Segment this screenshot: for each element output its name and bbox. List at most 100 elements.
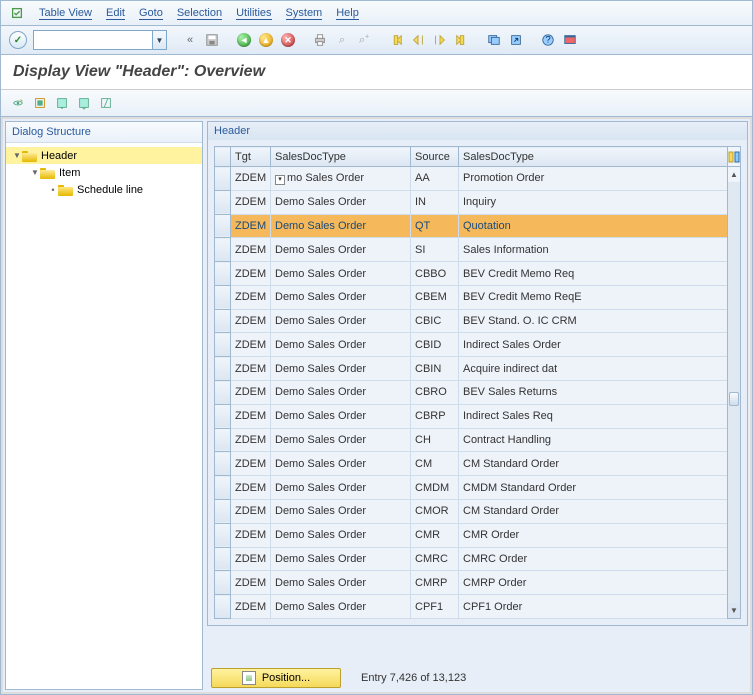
print-icon[interactable] — [311, 31, 329, 49]
table-row[interactable]: ZDEMDemo Sales OrderCBBOBEV Credit Memo … — [215, 262, 728, 286]
enter-button[interactable]: ✓ — [9, 31, 27, 49]
back-button[interactable]: ◄ — [235, 31, 253, 49]
cell-salesdoctype1[interactable]: Demo Sales Order — [271, 190, 411, 214]
cell-source[interactable]: CBID — [411, 333, 459, 357]
prev-page-icon[interactable] — [409, 31, 427, 49]
cell-salesdoctype2[interactable]: BEV Credit Memo Req — [459, 262, 728, 286]
table-row[interactable]: ZDEMDemo Sales OrderCBEMBEV Credit Memo … — [215, 285, 728, 309]
cell-tgt[interactable]: ZDEM — [231, 309, 271, 333]
cell-salesdoctype2[interactable]: Inquiry — [459, 190, 728, 214]
cell-salesdoctype1[interactable]: Demo Sales Order — [271, 381, 411, 405]
select-block-icon[interactable] — [53, 94, 71, 112]
menu-utilities[interactable]: Utilities — [236, 7, 271, 19]
table-row[interactable]: ZDEMDemo Sales OrderINInquiry — [215, 190, 728, 214]
help-icon[interactable]: ? — [539, 31, 557, 49]
cell-salesdoctype1[interactable]: Demo Sales Order — [271, 285, 411, 309]
cell-salesdoctype2[interactable]: CMRP Order — [459, 571, 728, 595]
cell-salesdoctype2[interactable]: Acquire indirect dat — [459, 357, 728, 381]
cell-salesdoctype2[interactable]: BEV Sales Returns — [459, 381, 728, 405]
table-row[interactable]: ZDEMDemo Sales OrderCMRPCMRP Order — [215, 571, 728, 595]
cell-source[interactable]: CBBO — [411, 262, 459, 286]
scroll-up-icon[interactable]: ▲ — [728, 167, 740, 182]
cell-tgt[interactable]: ZDEM — [231, 357, 271, 381]
cell-tgt[interactable]: ZDEM — [231, 547, 271, 571]
cell-tgt[interactable]: ZDEM — [231, 190, 271, 214]
tree-node[interactable]: •Schedule line — [6, 181, 202, 198]
tree-node[interactable]: ▼Item — [6, 164, 202, 181]
column-header[interactable]: SalesDocType — [271, 147, 411, 167]
cell-source[interactable]: CBRO — [411, 381, 459, 405]
menu-edit[interactable]: Edit — [106, 7, 125, 19]
table-row[interactable]: ZDEMDemo Sales OrderCMDMCMDM Standard Or… — [215, 476, 728, 500]
menu-selection[interactable]: Selection — [177, 7, 222, 19]
cell-salesdoctype2[interactable]: Sales Information — [459, 238, 728, 262]
vertical-scrollbar[interactable]: ▲ ▼ — [727, 146, 741, 619]
find-next-icon[interactable]: ⌕⁺ — [355, 31, 373, 49]
row-selector[interactable] — [215, 499, 231, 523]
back-history-icon[interactable]: « — [181, 31, 199, 49]
deselect-all-icon[interactable] — [75, 94, 93, 112]
column-header[interactable]: SalesDocType — [459, 147, 728, 167]
column-header[interactable]: Tgt — [231, 147, 271, 167]
table-row[interactable]: ZDEMDemo Sales OrderCMORCM Standard Orde… — [215, 499, 728, 523]
row-selector[interactable] — [215, 309, 231, 333]
select-all-icon[interactable] — [31, 94, 49, 112]
menu-app-icon[interactable] — [9, 5, 25, 21]
row-selector[interactable] — [215, 547, 231, 571]
scroll-down-icon[interactable]: ▼ — [728, 603, 740, 618]
cell-salesdoctype2[interactable]: Indirect Sales Req — [459, 404, 728, 428]
cell-salesdoctype2[interactable]: CMRC Order — [459, 547, 728, 571]
cell-tgt[interactable]: ZDEM — [231, 452, 271, 476]
cell-source[interactable]: AA — [411, 167, 459, 191]
row-selector[interactable] — [215, 428, 231, 452]
cell-tgt[interactable]: ZDEM — [231, 595, 271, 619]
display-change-icon[interactable] — [9, 94, 27, 112]
table-row[interactable]: ZDEMDemo Sales OrderSISales Information — [215, 238, 728, 262]
cell-tgt[interactable]: ZDEM — [231, 381, 271, 405]
cell-tgt[interactable]: ZDEM — [231, 476, 271, 500]
table-row[interactable]: ZDEMDemo Sales OrderCMRCCMRC Order — [215, 547, 728, 571]
cell-source[interactable]: CM — [411, 452, 459, 476]
cell-salesdoctype1[interactable]: Demo Sales Order — [271, 404, 411, 428]
layout-icon[interactable] — [561, 31, 579, 49]
last-page-icon[interactable] — [453, 31, 471, 49]
cell-source[interactable]: IN — [411, 190, 459, 214]
save-icon[interactable] — [203, 31, 221, 49]
cell-salesdoctype2[interactable]: Indirect Sales Order — [459, 333, 728, 357]
row-selector[interactable] — [215, 238, 231, 262]
cell-salesdoctype2[interactable]: Contract Handling — [459, 428, 728, 452]
exit-button[interactable]: ▲ — [257, 31, 275, 49]
cell-salesdoctype1[interactable]: Demo Sales Order — [271, 571, 411, 595]
cell-tgt[interactable]: ZDEM — [231, 285, 271, 309]
cell-salesdoctype2[interactable]: CM Standard Order — [459, 499, 728, 523]
cell-salesdoctype1[interactable]: Demo Sales Order — [271, 499, 411, 523]
table-row[interactable]: ZDEMDemo Sales OrderQTQuotation — [215, 214, 728, 238]
cell-salesdoctype1[interactable]: Demo Sales Order — [271, 238, 411, 262]
cell-tgt[interactable]: ZDEM — [231, 523, 271, 547]
row-selector[interactable] — [215, 167, 231, 191]
cell-salesdoctype2[interactable]: CMDM Standard Order — [459, 476, 728, 500]
cell-salesdoctype1[interactable]: Demo Sales Order — [271, 476, 411, 500]
row-selector[interactable] — [215, 404, 231, 428]
row-selector[interactable] — [215, 357, 231, 381]
cell-tgt[interactable]: ZDEM — [231, 214, 271, 238]
cell-tgt[interactable]: ZDEM — [231, 333, 271, 357]
row-selector[interactable] — [215, 285, 231, 309]
row-selector[interactable] — [215, 262, 231, 286]
new-session-icon[interactable] — [485, 31, 503, 49]
cancel-button[interactable]: ✕ — [279, 31, 297, 49]
table-settings-icon[interactable] — [97, 94, 115, 112]
cell-tgt[interactable]: ZDEM — [231, 499, 271, 523]
table-row[interactable]: ZDEMDemo Sales OrderCBICBEV Stand. O. IC… — [215, 309, 728, 333]
cell-salesdoctype2[interactable]: BEV Stand. O. IC CRM — [459, 309, 728, 333]
cell-salesdoctype1[interactable]: Demo Sales Order — [271, 595, 411, 619]
menu-goto[interactable]: Goto — [139, 7, 163, 19]
row-selector[interactable] — [215, 523, 231, 547]
table-row[interactable]: ZDEMDemo Sales OrderCBINAcquire indirect… — [215, 357, 728, 381]
row-selector[interactable] — [215, 476, 231, 500]
table-row[interactable]: ZDEMDemo Sales OrderCMCM Standard Order — [215, 452, 728, 476]
cell-tgt[interactable]: ZDEM — [231, 262, 271, 286]
cell-salesdoctype2[interactable]: Promotion Order — [459, 167, 728, 191]
cell-tgt[interactable]: ZDEM — [231, 571, 271, 595]
cell-salesdoctype1[interactable]: ▾mo Sales Order — [271, 167, 411, 191]
